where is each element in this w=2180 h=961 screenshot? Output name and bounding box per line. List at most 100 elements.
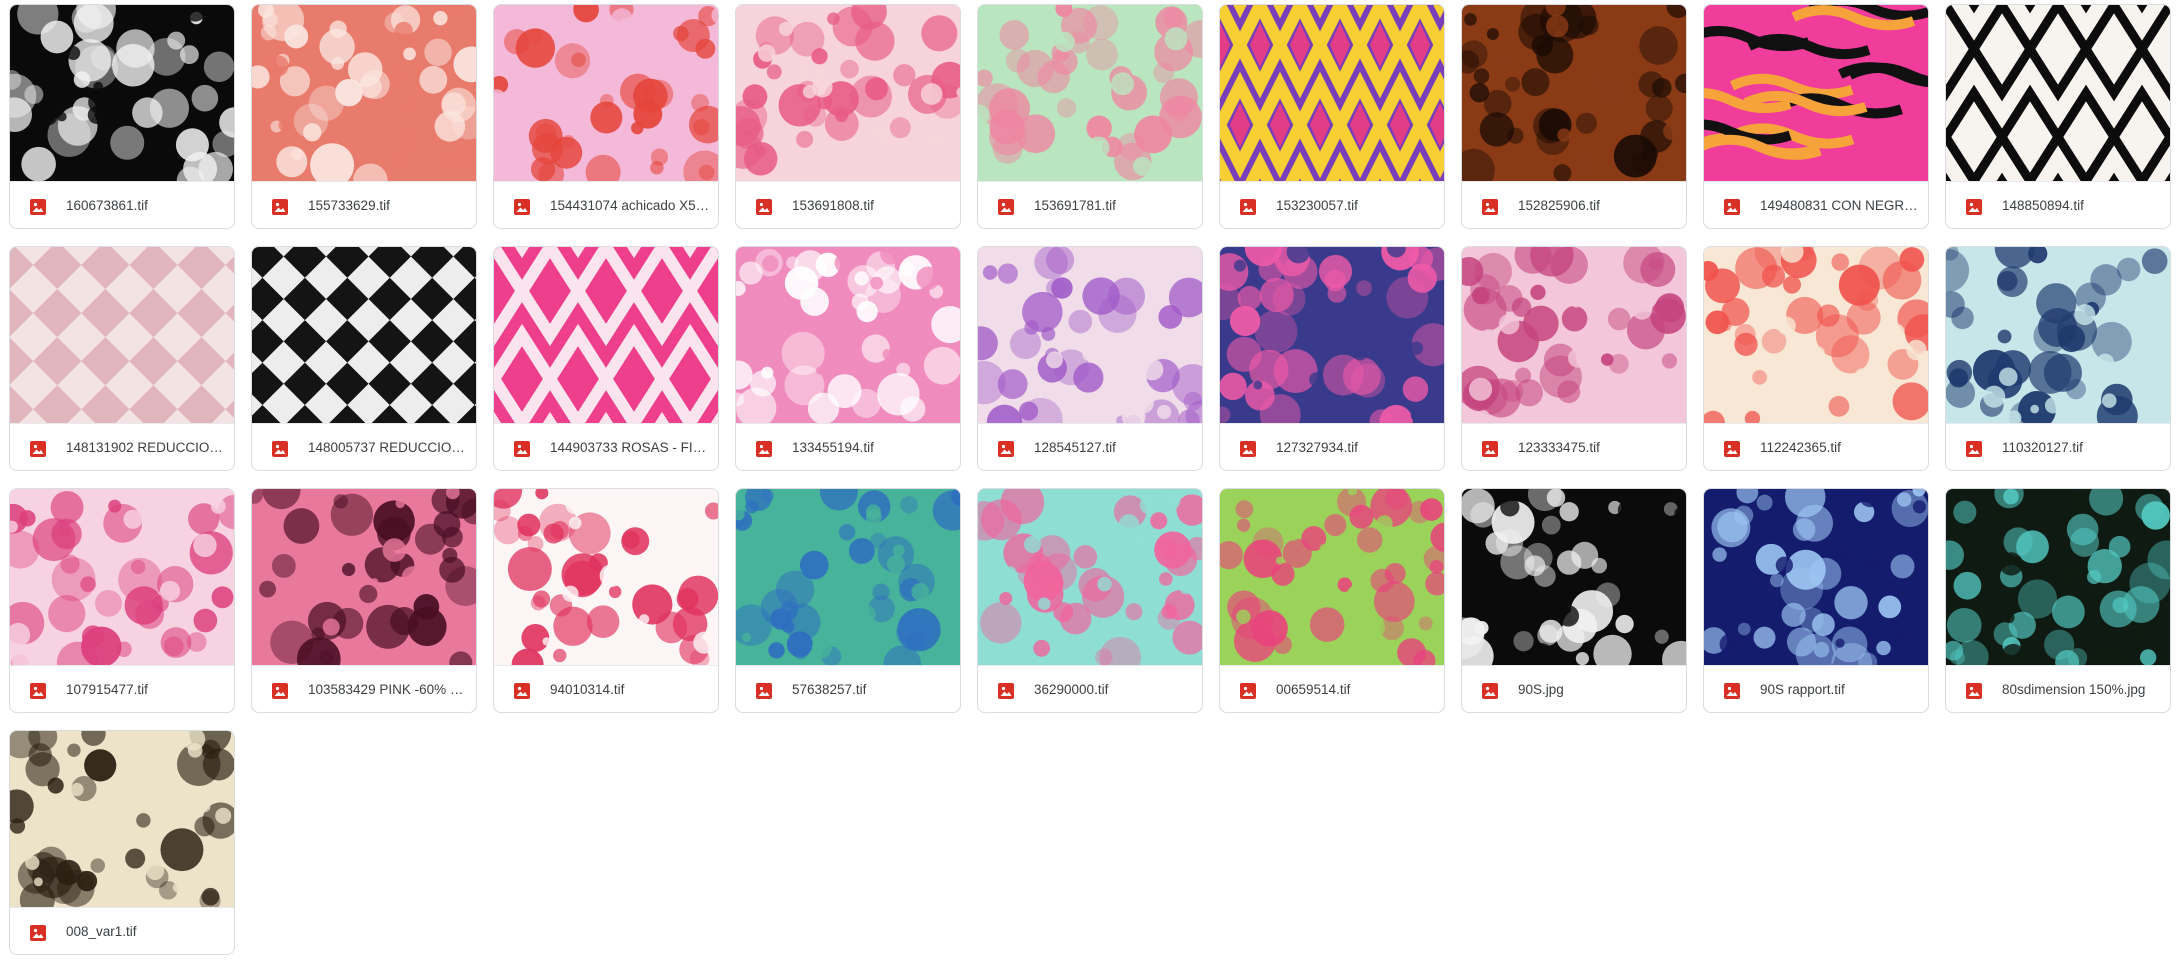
file-footer[interactable]: 112242365.tif [1704,423,1928,470]
file-thumbnail[interactable] [1462,489,1686,665]
file-card[interactable]: 57638257.tif [735,488,961,713]
file-card[interactable]: 00659514.tif [1219,488,1445,713]
file-footer[interactable]: 36290000.tif [978,665,1202,712]
file-thumbnail[interactable] [1220,5,1444,181]
file-footer[interactable]: 153691808.tif [736,181,960,228]
file-footer[interactable]: 57638257.tif [736,665,960,712]
file-card[interactable]: 149480831 CON NEGRO.... [1703,4,1929,229]
file-thumbnail[interactable] [10,489,234,665]
file-card[interactable]: 133455194.tif [735,246,961,471]
file-card[interactable]: 154431074 achicado X5 ... [493,4,719,229]
file-thumbnail[interactable] [736,247,960,423]
file-thumbnail[interactable] [1946,247,2170,423]
file-footer[interactable]: 008_var1.tif [10,907,234,954]
file-card[interactable]: 148005737 REDUCCION ... [251,246,477,471]
image-file-icon [30,441,46,457]
file-card[interactable]: 160673861.tif [9,4,235,229]
file-card[interactable]: 107915477.tif [9,488,235,713]
file-name: 107915477.tif [66,682,148,697]
image-file-icon [1724,441,1740,457]
file-card[interactable]: 36290000.tif [977,488,1203,713]
file-thumbnail[interactable] [736,5,960,181]
file-footer[interactable]: 153691781.tif [978,181,1202,228]
file-footer[interactable]: 80sdimension 150%.jpg [1946,665,2170,712]
file-thumbnail[interactable] [978,489,1202,665]
file-footer[interactable]: 107915477.tif [10,665,234,712]
file-footer[interactable]: 148131902 REDUCCION ... [10,423,234,470]
file-card[interactable]: 94010314.tif [493,488,719,713]
girlyskull-pattern-image [736,247,960,423]
file-card[interactable]: 008_var1.tif [9,730,235,955]
file-thumbnail[interactable] [10,5,234,181]
file-footer[interactable]: 90S.jpg [1462,665,1686,712]
image-file-icon [514,199,530,215]
file-thumbnail[interactable] [1462,247,1686,423]
file-thumbnail[interactable] [252,5,476,181]
file-thumbnail[interactable] [1220,247,1444,423]
file-thumbnail[interactable] [1704,5,1928,181]
file-footer[interactable]: 144903733 ROSAS - FIN... [494,423,718,470]
file-footer[interactable]: 133455194.tif [736,423,960,470]
file-card[interactable]: 152825906.tif [1461,4,1687,229]
image-file-icon [756,441,772,457]
file-thumbnail[interactable] [1946,489,2170,665]
file-card[interactable]: 110320127.tif [1945,246,2171,471]
file-card[interactable]: 123333475.tif [1461,246,1687,471]
file-footer[interactable]: 153230057.tif [1220,181,1444,228]
file-thumbnail[interactable] [252,489,476,665]
poppies-pattern-image [1704,247,1928,423]
file-footer[interactable]: 154431074 achicado X5 ... [494,181,718,228]
file-card[interactable]: 80sdimension 150%.jpg [1945,488,2171,713]
file-thumbnail[interactable] [978,5,1202,181]
file-card[interactable]: 127327934.tif [1219,246,1445,471]
file-thumbnail[interactable] [10,247,234,423]
file-footer[interactable]: 148005737 REDUCCION ... [252,423,476,470]
image-file-icon [514,683,530,699]
file-thumbnail[interactable] [1220,489,1444,665]
file-footer[interactable]: 148850894.tif [1946,181,2170,228]
file-thumbnail[interactable] [736,489,960,665]
checker-pattern-image [252,247,476,423]
file-card[interactable]: 90S.jpg [1461,488,1687,713]
file-card[interactable]: 148850894.tif [1945,4,2171,229]
file-card[interactable]: 153691781.tif [977,4,1203,229]
file-name: 128545127.tif [1034,440,1116,455]
file-footer[interactable]: 152825906.tif [1462,181,1686,228]
file-card[interactable]: 148131902 REDUCCION ... [9,246,235,471]
image-file-icon [756,199,772,215]
file-footer[interactable]: 00659514.tif [1220,665,1444,712]
file-card[interactable]: 155733629.tif [251,4,477,229]
file-footer[interactable]: 103583429 PINK -60% E... [252,665,476,712]
file-footer[interactable]: 128545127.tif [978,423,1202,470]
file-footer[interactable]: 110320127.tif [1946,423,2170,470]
file-thumbnail[interactable] [1946,5,2170,181]
file-card[interactable]: 103583429 PINK -60% E... [251,488,477,713]
file-thumbnail[interactable] [978,247,1202,423]
file-name: 127327934.tif [1276,440,1358,455]
file-thumbnail[interactable] [10,731,234,907]
file-footer[interactable]: 149480831 CON NEGRO.... [1704,181,1928,228]
file-thumbnail[interactable] [494,247,718,423]
file-footer[interactable]: 90S rapport.tif [1704,665,1928,712]
file-card[interactable]: 112242365.tif [1703,246,1929,471]
file-footer[interactable]: 123333475.tif [1462,423,1686,470]
file-card[interactable]: 153230057.tif [1219,4,1445,229]
file-name: 008_var1.tif [66,924,137,939]
file-footer[interactable]: 127327934.tif [1220,423,1444,470]
paisley-pattern-image [10,489,234,665]
file-footer[interactable]: 94010314.tif [494,665,718,712]
file-thumbnail[interactable] [1704,247,1928,423]
file-thumbnail[interactable] [252,247,476,423]
file-thumbnail[interactable] [494,489,718,665]
file-card[interactable]: 144903733 ROSAS - FIN... [493,246,719,471]
file-name: 36290000.tif [1034,682,1109,697]
image-file-icon [998,441,1014,457]
file-thumbnail[interactable] [1462,5,1686,181]
file-card[interactable]: 153691808.tif [735,4,961,229]
file-card[interactable]: 90S rapport.tif [1703,488,1929,713]
file-footer[interactable]: 155733629.tif [252,181,476,228]
file-thumbnail[interactable] [1704,489,1928,665]
file-thumbnail[interactable] [494,5,718,181]
file-footer[interactable]: 160673861.tif [10,181,234,228]
file-card[interactable]: 128545127.tif [977,246,1203,471]
